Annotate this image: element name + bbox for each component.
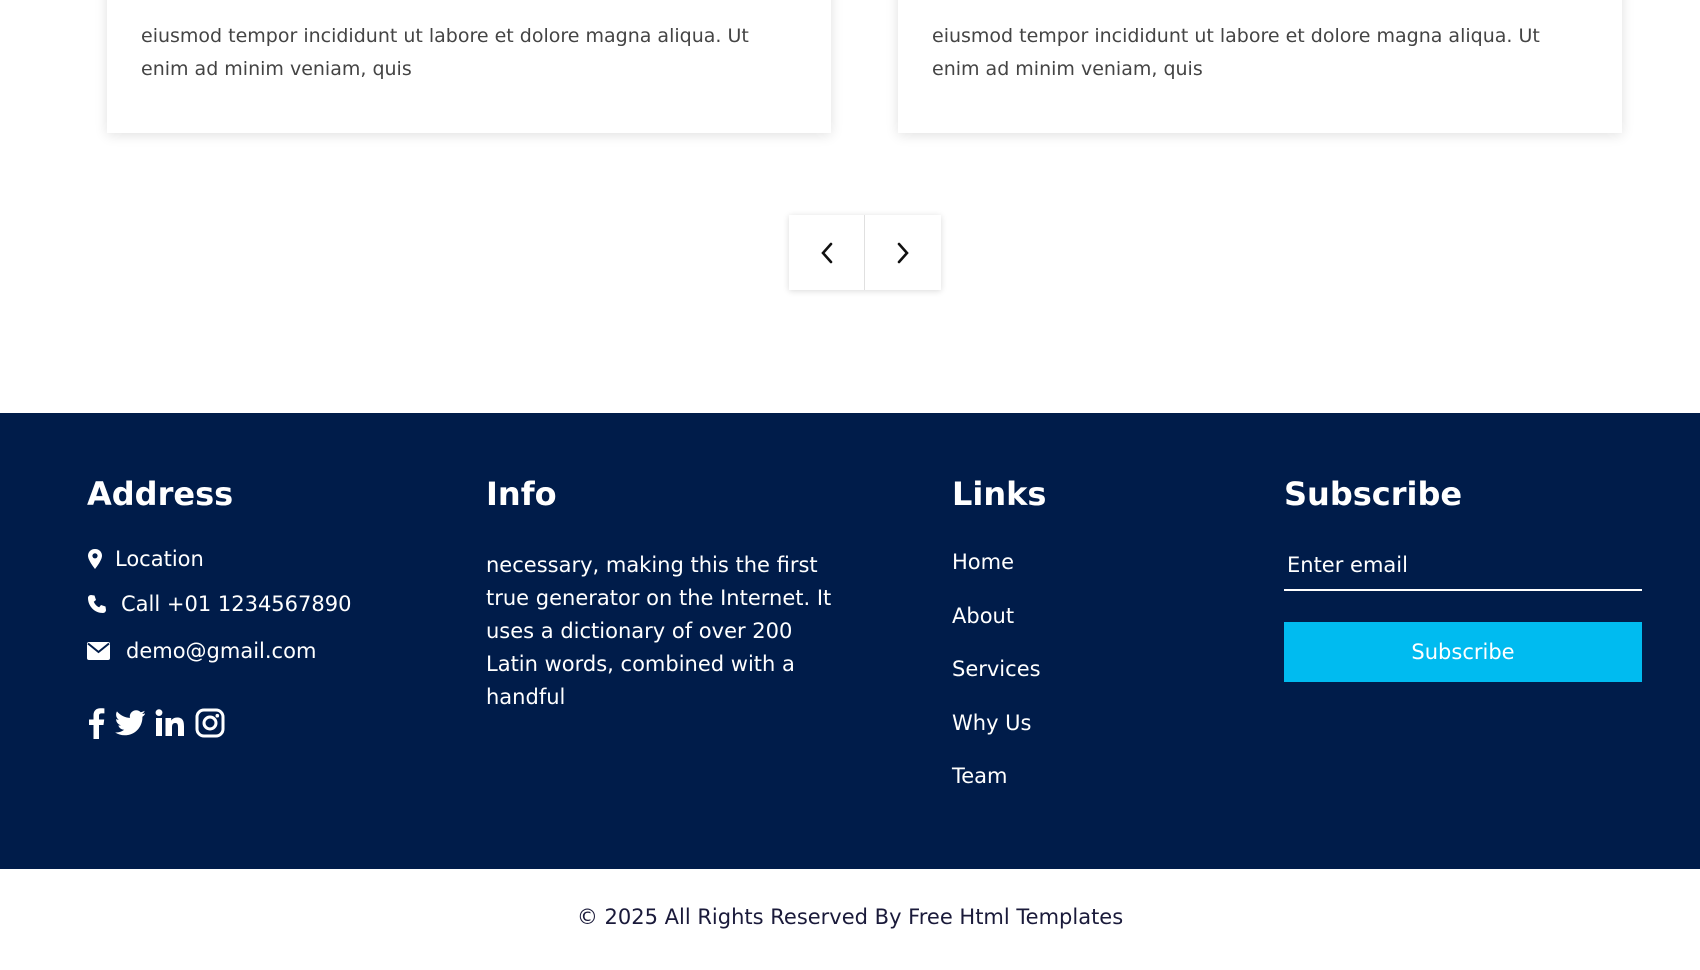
- footer-link-about[interactable]: About: [952, 603, 1041, 657]
- subscribe-email-input[interactable]: [1284, 551, 1642, 591]
- instagram-icon[interactable]: [195, 708, 225, 742]
- phone-link[interactable]: Call +01 1234567890: [87, 592, 351, 616]
- map-marker-icon: [87, 548, 111, 570]
- envelope-icon: [87, 642, 122, 660]
- phone-icon: [87, 594, 117, 614]
- carousel-prev-button[interactable]: [789, 215, 865, 290]
- links-heading: Links: [952, 475, 1047, 513]
- carousel-nav: [789, 215, 941, 290]
- linkedin-icon[interactable]: [155, 709, 185, 741]
- footer-info-column: Info necessary, making this the first tr…: [486, 475, 846, 709]
- footer-address-column: Address Location Call +01 1234567890 dem…: [87, 475, 447, 739]
- info-text: necessary, making this the first true ge…: [486, 553, 832, 709]
- subscribe-button[interactable]: Subscribe: [1284, 622, 1642, 682]
- facebook-icon[interactable]: [87, 707, 105, 743]
- twitter-icon[interactable]: [115, 710, 146, 740]
- phone-label: Call +01 1234567890: [121, 592, 352, 616]
- testimonial-text: eiusmod tempor incididunt ut labore et d…: [141, 25, 749, 80]
- carousel-next-button[interactable]: [865, 215, 941, 290]
- footer-subscribe-column: Subscribe Subscribe: [1284, 475, 1642, 682]
- footer-link-services[interactable]: Services: [952, 656, 1041, 710]
- chevron-right-icon: [897, 242, 909, 263]
- location-link[interactable]: Location: [87, 547, 204, 571]
- subscribe-heading: Subscribe: [1284, 475, 1463, 513]
- social-links: [87, 707, 225, 743]
- footer-link-home[interactable]: Home: [952, 549, 1041, 603]
- footer-link-team[interactable]: Team: [952, 763, 1041, 817]
- testimonial-text: eiusmod tempor incididunt ut labore et d…: [932, 25, 1540, 80]
- copyright-bar: © 2025 All Rights Reserved By Free Html …: [0, 869, 1700, 970]
- testimonial-card: eiusmod tempor incididunt ut labore et d…: [107, 0, 831, 133]
- footer-link-why-us[interactable]: Why Us: [952, 710, 1041, 764]
- email-link[interactable]: demo@gmail.com: [87, 639, 316, 663]
- copyright-text: © 2025 All Rights Reserved By Free Html …: [576, 905, 1124, 929]
- location-label: Location: [115, 547, 204, 571]
- email-label: demo@gmail.com: [126, 639, 317, 663]
- footer: Address Location Call +01 1234567890 dem…: [0, 413, 1700, 869]
- footer-links-list: Home About Services Why Us Team: [952, 549, 1041, 817]
- info-heading: Info: [486, 475, 557, 513]
- footer-links-column: Links Home About Services Why Us Team: [952, 475, 1202, 788]
- chevron-left-icon: [820, 242, 832, 263]
- testimonial-card: eiusmod tempor incididunt ut labore et d…: [898, 0, 1622, 133]
- address-heading: Address: [87, 475, 234, 513]
